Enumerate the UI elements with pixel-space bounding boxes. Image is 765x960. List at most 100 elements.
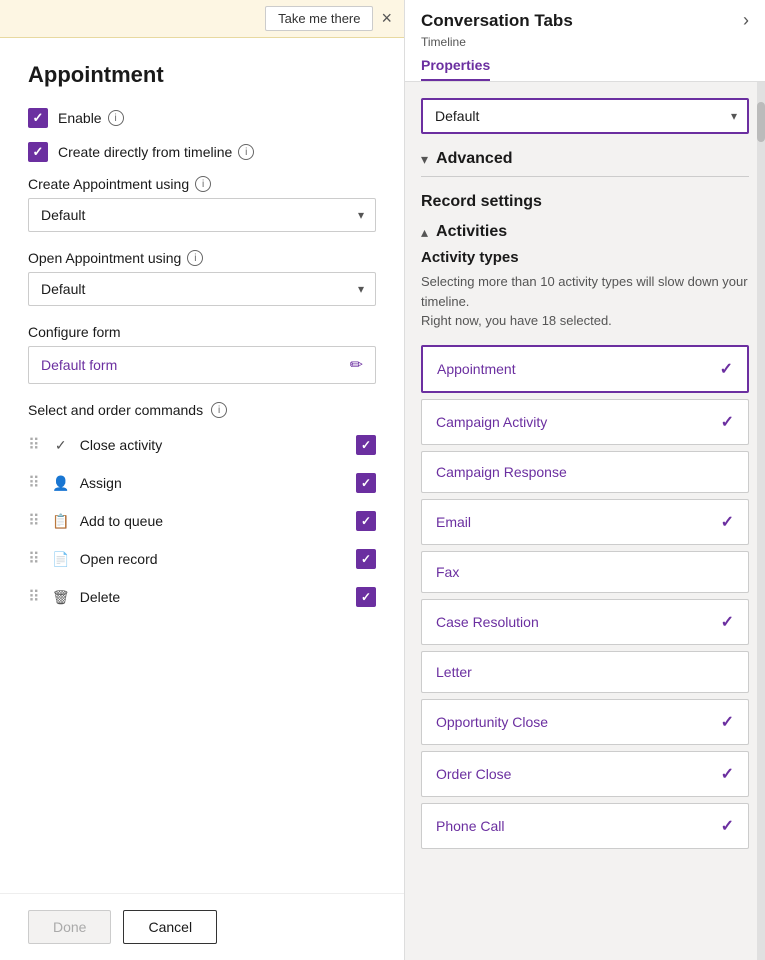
activity-types-title: Activity types	[421, 249, 749, 266]
campaign-response-label: Campaign Response	[436, 464, 567, 480]
commands-section: Select and order commands i ⠿ ✓ Close ac…	[28, 402, 376, 612]
create-timeline-info-icon[interactable]: i	[238, 144, 254, 160]
delete-icon: 🗑	[50, 586, 72, 608]
create-using-info-icon[interactable]: i	[195, 176, 211, 192]
command-row-open-record: ⠿ 📄 Open record	[28, 544, 376, 574]
letter-label: Letter	[436, 664, 472, 680]
advanced-section-header: ▾ Advanced	[421, 150, 749, 168]
delete-label: Delete	[80, 589, 356, 605]
right-subtitle: Timeline	[421, 35, 749, 49]
open-using-dropdown[interactable]: Default	[28, 272, 376, 306]
create-timeline-checkbox-row[interactable]: Create directly from timeline i	[28, 142, 376, 162]
take-me-there-button[interactable]: Take me there	[265, 6, 373, 31]
activity-item-campaign-response[interactable]: Campaign Response	[421, 451, 749, 493]
panel-footer: Done Cancel	[0, 893, 404, 960]
command-row-assign: ⠿ 👤 Assign	[28, 468, 376, 498]
right-title-row: Conversation Tabs ›	[421, 10, 749, 31]
close-activity-checkbox[interactable]	[356, 435, 376, 455]
fax-label: Fax	[436, 564, 459, 580]
right-body: Default ▾ ▾ Advanced Record settings ▴ A…	[405, 82, 765, 960]
activity-item-appointment[interactable]: Appointment ✓	[421, 345, 749, 393]
open-using-info-icon[interactable]: i	[187, 250, 203, 266]
delete-checkbox[interactable]	[356, 587, 376, 607]
create-timeline-checkbox[interactable]	[28, 142, 48, 162]
email-check-icon: ✓	[721, 512, 734, 532]
add-to-queue-checkbox[interactable]	[356, 511, 376, 531]
open-record-icon: 📄	[50, 548, 72, 570]
activity-types-desc: Selecting more than 10 activity types wi…	[421, 272, 749, 331]
close-activity-icon: ✓	[50, 434, 72, 456]
right-nav-arrow-icon[interactable]: ›	[743, 10, 749, 31]
configure-form-box[interactable]: Default form ✏	[28, 346, 376, 384]
assign-checkbox[interactable]	[356, 473, 376, 493]
properties-tab[interactable]: Properties	[421, 57, 490, 81]
advanced-divider	[421, 176, 749, 177]
activity-item-opportunity-close[interactable]: Opportunity Close ✓	[421, 699, 749, 745]
cancel-button[interactable]: Cancel	[123, 910, 217, 944]
commands-info-icon[interactable]: i	[211, 402, 227, 418]
assign-label: Assign	[80, 475, 356, 491]
order-close-check-icon: ✓	[721, 764, 734, 784]
enable-checkbox[interactable]	[28, 108, 48, 128]
scrollbar-thumb[interactable]	[757, 102, 765, 142]
record-settings-label: Record settings	[421, 193, 749, 211]
drag-handle-icon[interactable]: ⠿	[28, 549, 40, 569]
panel-content: Appointment Enable i Create directly fro…	[0, 38, 404, 893]
panel-title: Appointment	[28, 62, 376, 88]
activity-item-phone-call[interactable]: Phone Call ✓	[421, 803, 749, 849]
drag-handle-icon[interactable]: ⠿	[28, 473, 40, 493]
advanced-chevron-icon[interactable]: ▾	[421, 151, 428, 168]
done-button[interactable]: Done	[28, 910, 111, 944]
scrollbar-track[interactable]	[757, 82, 765, 960]
campaign-activity-check-icon: ✓	[721, 412, 734, 432]
drag-handle-icon[interactable]: ⠿	[28, 435, 40, 455]
commands-label: Select and order commands i	[28, 402, 376, 418]
activity-item-fax[interactable]: Fax	[421, 551, 749, 593]
close-top-button[interactable]: ×	[381, 8, 392, 29]
create-using-dropdown-wrapper: Default ▾	[28, 198, 376, 232]
appointment-check-icon: ✓	[720, 359, 733, 379]
activities-section-title: Activities	[436, 223, 507, 241]
configure-form-section: Configure form Default form ✏	[28, 324, 376, 384]
create-timeline-label: Create directly from timeline	[58, 144, 232, 160]
configure-form-value: Default form	[41, 357, 117, 373]
close-activity-label: Close activity	[80, 437, 356, 453]
activity-item-campaign-activity[interactable]: Campaign Activity ✓	[421, 399, 749, 445]
add-to-queue-label: Add to queue	[80, 513, 356, 529]
advanced-section-title: Advanced	[436, 150, 512, 168]
command-row-delete: ⠿ 🗑 Delete	[28, 582, 376, 612]
email-label: Email	[436, 514, 471, 530]
drag-handle-icon[interactable]: ⠿	[28, 511, 40, 531]
right-header: Conversation Tabs › Timeline Properties	[405, 0, 765, 82]
appointment-label: Appointment	[437, 361, 516, 377]
right-title: Conversation Tabs	[421, 11, 573, 31]
open-using-label: Open Appointment using i	[28, 250, 376, 266]
phone-call-label: Phone Call	[436, 818, 505, 834]
enable-label: Enable	[58, 110, 102, 126]
campaign-activity-label: Campaign Activity	[436, 414, 547, 430]
activity-item-email[interactable]: Email ✓	[421, 499, 749, 545]
activity-item-letter[interactable]: Letter	[421, 651, 749, 693]
activities-chevron-icon[interactable]: ▴	[421, 224, 428, 241]
command-row-add-to-queue: ⠿ 📋 Add to queue	[28, 506, 376, 536]
activities-section-header: ▴ Activities	[421, 223, 749, 241]
top-bar: Take me there ×	[0, 0, 404, 38]
case-resolution-check-icon: ✓	[721, 612, 734, 632]
order-close-label: Order Close	[436, 766, 511, 782]
drag-handle-icon[interactable]: ⠿	[28, 587, 40, 607]
enable-info-icon[interactable]: i	[108, 110, 124, 126]
create-using-dropdown[interactable]: Default	[28, 198, 376, 232]
open-record-label: Open record	[80, 551, 356, 567]
properties-dropdown[interactable]: Default	[421, 98, 749, 134]
open-record-checkbox[interactable]	[356, 549, 376, 569]
left-panel: Take me there × Appointment Enable i Cre…	[0, 0, 405, 960]
activity-item-order-close[interactable]: Order Close ✓	[421, 751, 749, 797]
edit-icon[interactable]: ✏	[350, 355, 363, 375]
phone-call-check-icon: ✓	[721, 816, 734, 836]
enable-checkbox-row[interactable]: Enable i	[28, 108, 376, 128]
create-using-label: Create Appointment using i	[28, 176, 376, 192]
case-resolution-label: Case Resolution	[436, 614, 539, 630]
right-panel: Conversation Tabs › Timeline Properties …	[405, 0, 765, 960]
properties-dropdown-wrapper: Default ▾	[421, 98, 749, 134]
activity-item-case-resolution[interactable]: Case Resolution ✓	[421, 599, 749, 645]
